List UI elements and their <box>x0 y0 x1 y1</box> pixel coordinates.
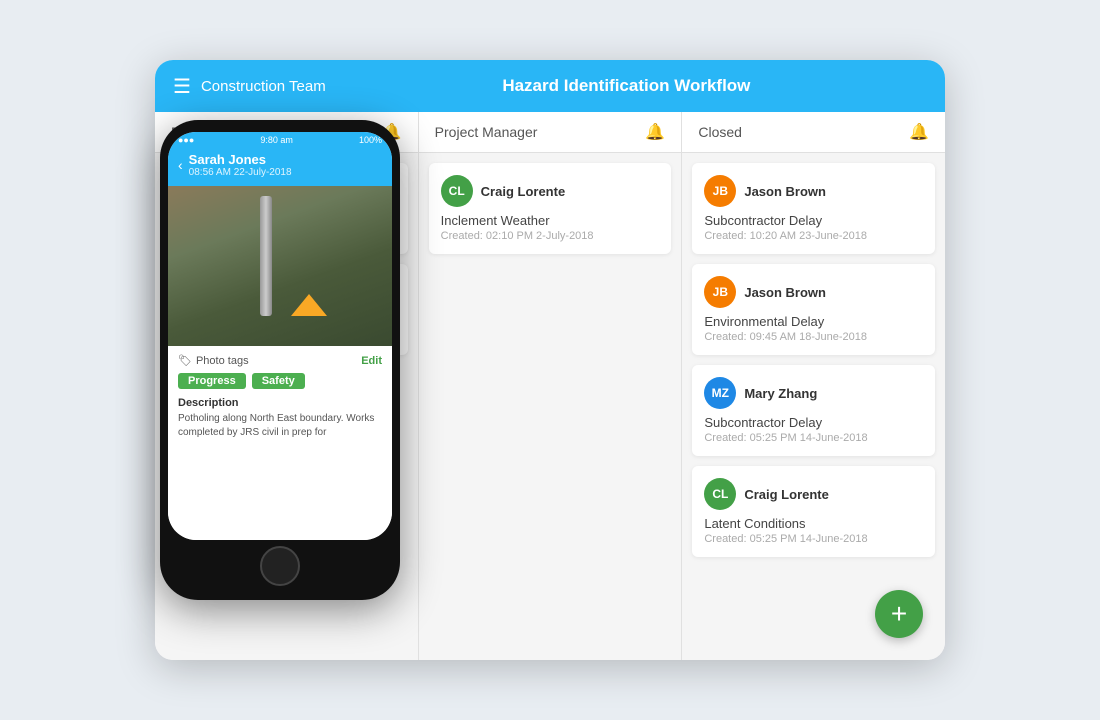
card-created: Created: 05:25 PM 14-June-2018 <box>704 533 923 545</box>
card-user-row: JB Jason Brown <box>704 175 923 207</box>
workflow-title: Hazard Identification Workflow <box>326 76 927 96</box>
battery-indicator: 100% <box>359 135 382 145</box>
table-row[interactable]: CL Craig Lorente Inclement Weather Creat… <box>429 163 672 254</box>
bell-icon-closed[interactable]: 🔔 <box>909 122 929 142</box>
edit-tags-button[interactable]: Edit <box>361 355 382 367</box>
avatar: CL <box>704 478 736 510</box>
add-fab-button[interactable]: + <box>875 590 923 638</box>
card-created: Created: 10:20 AM 23-June-2018 <box>704 230 923 242</box>
card-username: Mary Zhang <box>744 386 817 401</box>
card-type: Latent Conditions <box>704 516 923 531</box>
photo-pipe-element <box>260 196 272 316</box>
phone-statusbar: ●●● 9:80 am 100% <box>168 132 392 148</box>
avatar: JB <box>704 175 736 207</box>
card-type: Inclement Weather <box>441 213 660 228</box>
tag-safety[interactable]: Safety <box>252 373 305 389</box>
card-user-row: MZ Mary Zhang <box>704 377 923 409</box>
phone-screen: ●●● 9:80 am 100% ‹ Sarah Jones 08:56 AM … <box>168 132 392 540</box>
description-text: Potholing along North East boundary. Wor… <box>178 412 382 440</box>
table-row[interactable]: JB Jason Brown Subcontractor Delay Creat… <box>692 163 935 254</box>
phone-content: 🏷 Photo tags Edit Progress Safety Descri… <box>168 346 392 540</box>
phone-photo <box>168 186 392 346</box>
table-row[interactable]: CL Craig Lorente Latent Conditions Creat… <box>692 466 935 557</box>
back-icon[interactable]: ‹ <box>178 157 183 173</box>
avatar: MZ <box>704 377 736 409</box>
photo-tags-label: 🏷 Photo tags <box>178 354 249 367</box>
card-username: Craig Lorente <box>744 487 829 502</box>
menu-icon[interactable]: ☰ <box>173 74 191 99</box>
col-title-pm: Project Manager <box>435 124 538 140</box>
avatar: JB <box>704 276 736 308</box>
card-username: Craig Lorente <box>481 184 566 199</box>
card-type: Subcontractor Delay <box>704 213 923 228</box>
card-created: Created: 05:25 PM 14-June-2018 <box>704 432 923 444</box>
photo-tags-text: Photo tags <box>196 355 249 367</box>
card-username: Jason Brown <box>744 184 826 199</box>
card-username: Jason Brown <box>744 285 826 300</box>
phone-home-bar <box>168 540 392 588</box>
table-row[interactable]: JB Jason Brown Environmental Delay Creat… <box>692 264 935 355</box>
description-title: Description <box>178 397 382 409</box>
table-row[interactable]: MZ Mary Zhang Subcontractor Delay Create… <box>692 365 935 456</box>
tags-list: Progress Safety <box>178 373 382 389</box>
time-display: 9:80 am <box>260 135 293 145</box>
kanban-col-pm: Project Manager 🔔 CL Craig Lorente Incle… <box>419 112 683 660</box>
bell-icon-pm[interactable]: 🔔 <box>645 122 665 142</box>
card-user-row: CL Craig Lorente <box>441 175 660 207</box>
photo-flag-element <box>291 294 327 316</box>
team-name: Construction Team <box>201 78 326 95</box>
phone-user-name: Sarah Jones <box>189 152 292 167</box>
tag-icon: 🏷 <box>178 354 192 367</box>
photo-tags-row: 🏷 Photo tags Edit <box>178 354 382 367</box>
phone-header-info: Sarah Jones 08:56 AM 22-July-2018 <box>189 152 292 178</box>
col-header-closed: Closed 🔔 <box>682 112 945 153</box>
phone-timestamp: 08:56 AM 22-July-2018 <box>189 167 292 178</box>
card-type: Environmental Delay <box>704 314 923 329</box>
card-user-row: CL Craig Lorente <box>704 478 923 510</box>
tag-progress[interactable]: Progress <box>178 373 246 389</box>
home-button[interactable] <box>260 546 300 586</box>
card-created: Created: 02:10 PM 2-July-2018 <box>441 230 660 242</box>
col-cards-pm: CL Craig Lorente Inclement Weather Creat… <box>419 153 682 660</box>
col-title-closed: Closed <box>698 124 742 140</box>
avatar: CL <box>441 175 473 207</box>
photo-background <box>168 186 392 346</box>
card-type: Subcontractor Delay <box>704 415 923 430</box>
card-created: Created: 09:45 AM 18-June-2018 <box>704 331 923 343</box>
card-user-row: JB Jason Brown <box>704 276 923 308</box>
phone-device: ●●● 9:80 am 100% ‹ Sarah Jones 08:56 AM … <box>160 120 400 600</box>
col-header-pm: Project Manager 🔔 <box>419 112 682 153</box>
tablet-header: ☰ Construction Team Hazard Identificatio… <box>155 60 945 112</box>
kanban-col-closed: Closed 🔔 JB Jason Brown Subcontractor De… <box>682 112 945 660</box>
col-cards-closed: JB Jason Brown Subcontractor Delay Creat… <box>682 153 945 660</box>
phone-header: ‹ Sarah Jones 08:56 AM 22-July-2018 <box>168 148 392 186</box>
signal-indicator: ●●● <box>178 135 194 145</box>
